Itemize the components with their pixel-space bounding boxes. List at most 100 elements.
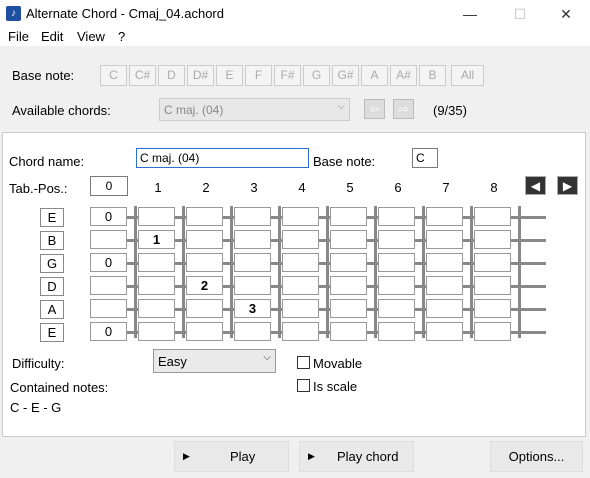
menu-file[interactable]: File [8,29,29,44]
fret-cell-s6-f7[interactable] [426,322,463,341]
note-button-g[interactable]: G [303,65,330,86]
fret-cell-s2-f1[interactable]: 1 [138,230,175,249]
fret-cell-s5-f6[interactable] [378,299,415,318]
fret-cell-s2-f6[interactable] [378,230,415,249]
fret-number-2: 2 [202,180,210,195]
note-button-a-sharp[interactable]: A# [390,65,417,86]
fret-cell-s1-f1[interactable] [138,207,175,226]
fret-cell-s5-f5[interactable] [330,299,367,318]
note-button-d-sharp[interactable]: D# [187,65,214,86]
fret-cell-s4-f4[interactable] [282,276,319,295]
note-button-d[interactable]: D [158,65,185,86]
fret-cell-s3-f4[interactable] [282,253,319,272]
note-button-f[interactable]: F [245,65,272,86]
fret-cell-s1-f5[interactable] [330,207,367,226]
fret-cell-s1-f2[interactable] [186,207,223,226]
fret-line [422,206,425,338]
fret-cell-s4-f0[interactable] [90,276,127,295]
tab-pos-label: Tab.-Pos.: [9,181,68,196]
fret-cell-s3-f3[interactable] [234,253,271,272]
fret-cell-s4-f1[interactable] [138,276,175,295]
fret-cell-s1-f7[interactable] [426,207,463,226]
fret-cell-s6-f3[interactable] [234,322,271,341]
fret-cell-s5-f0[interactable] [90,299,127,318]
fret-cell-s6-f6[interactable] [378,322,415,341]
fret-cell-s3-f0[interactable]: 0 [90,253,127,272]
fret-cell-s6-f4[interactable] [282,322,319,341]
movable-checkbox[interactable] [297,356,310,369]
note-button-f-sharp[interactable]: F# [274,65,301,86]
fret-cell-s1-f3[interactable] [234,207,271,226]
fret-cell-s3-f7[interactable] [426,253,463,272]
fret-line [278,206,281,338]
fret-cell-s1-f4[interactable] [282,207,319,226]
fret-cell-s3-f6[interactable] [378,253,415,272]
fret-cell-s2-f5[interactable] [330,230,367,249]
fret-cell-s4-f3[interactable] [234,276,271,295]
fret-cell-s6-f2[interactable] [186,322,223,341]
fret-cell-s3-f5[interactable] [330,253,367,272]
fret-cell-s3-f2[interactable] [186,253,223,272]
fret-number-6: 6 [394,180,402,195]
fret-cell-s2-f4[interactable] [282,230,319,249]
options-button[interactable]: Options... [490,441,583,472]
fret-cell-s5-f8[interactable] [474,299,511,318]
fret-cell-s5-f2[interactable] [186,299,223,318]
fret-cell-s4-f5[interactable] [330,276,367,295]
menu-help[interactable]: ? [118,29,125,44]
fret-cell-s1-f8[interactable] [474,207,511,226]
close-button[interactable]: ✕ [546,0,586,28]
fret-cell-s2-f8[interactable] [474,230,511,249]
fret-cell-s5-f1[interactable] [138,299,175,318]
base-note-label: Base note: [12,68,75,83]
tab-pos-input[interactable]: 0 [90,176,128,196]
chord-base-note-label: Base note: [313,154,376,169]
is-scale-label: Is scale [313,379,358,394]
fret-cell-s2-f7[interactable] [426,230,463,249]
chord-base-note-input[interactable]: C [412,148,438,168]
fret-cell-s6-f1[interactable] [138,322,175,341]
minimize-button[interactable]: — [450,0,490,28]
play-chord-button[interactable]: ▶ Play chord [299,441,414,472]
note-button-all[interactable]: All [451,65,484,86]
fret-cell-s6-f8[interactable] [474,322,511,341]
fret-cell-s5-f3[interactable]: 3 [234,299,271,318]
fret-cell-s5-f7[interactable] [426,299,463,318]
maximize-button[interactable]: ☐ [500,0,540,28]
difficulty-select[interactable]: Easy ⌵ [153,349,276,373]
fret-cell-s6-f5[interactable] [330,322,367,341]
available-chords-value: C maj. (04) [164,103,224,117]
fret-cell-s2-f3[interactable] [234,230,271,249]
fret-cell-s3-f1[interactable] [138,253,175,272]
menu-edit[interactable]: Edit [41,29,63,44]
arrow-right-icon[interactable]: ⇨ [393,99,414,119]
note-button-a[interactable]: A [361,65,388,86]
fret-right-icon[interactable]: ▶ [557,176,578,195]
fret-cell-s4-f6[interactable] [378,276,415,295]
fret-cell-s4-f2[interactable]: 2 [186,276,223,295]
fret-left-icon[interactable]: ◀ [525,176,546,195]
fret-cell-s5-f4[interactable] [282,299,319,318]
chord-name-input[interactable]: C maj. (04) [136,148,309,168]
fret-cell-s1-f0[interactable]: 0 [90,207,127,226]
note-button-e[interactable]: E [216,65,243,86]
note-button-c-sharp[interactable]: C# [129,65,156,86]
fret-cell-s6-f0[interactable]: 0 [90,322,127,341]
is-scale-checkbox[interactable] [297,379,310,392]
fret-cell-s4-f8[interactable] [474,276,511,295]
fret-cell-s4-f7[interactable] [426,276,463,295]
available-chords-select[interactable]: C maj. (04) ⌵ [159,98,350,121]
arrow-left-icon[interactable]: ⇦ [364,99,385,119]
fret-number-7: 7 [442,180,450,195]
fret-cell-s3-f8[interactable] [474,253,511,272]
fret-cell-s1-f6[interactable] [378,207,415,226]
string-label-a: A [40,300,64,319]
note-button-b[interactable]: B [419,65,446,86]
fret-cell-s2-f0[interactable] [90,230,127,249]
fret-cell-s2-f2[interactable] [186,230,223,249]
play-button[interactable]: ▶ Play [174,441,289,472]
note-button-g-sharp[interactable]: G# [332,65,359,86]
menu-view[interactable]: View [77,29,105,44]
fret-line [326,206,329,338]
note-button-c[interactable]: C [100,65,127,86]
